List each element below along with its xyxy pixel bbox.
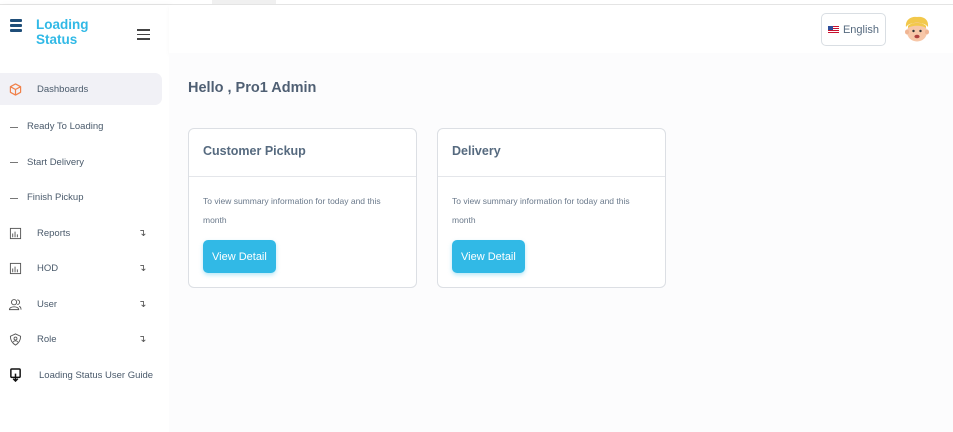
sidebar-item-finish-pickup[interactable]: Finish Pickup (0, 180, 169, 216)
card-description: To view summary information for today an… (203, 196, 381, 225)
expand-arrow-icon: ↴ (138, 298, 147, 310)
cube-icon (8, 82, 22, 96)
card-divider (438, 176, 665, 177)
expand-arrow-icon: ↴ (138, 227, 147, 239)
sidebar-item-label: Ready To Loading (27, 121, 104, 133)
brand-title: Loading Status (36, 17, 89, 47)
page-greeting: Hello , Pro1 Admin (188, 80, 317, 96)
sidebar-item-label: HOD (37, 263, 59, 275)
shield-user-icon (8, 333, 22, 347)
us-flag-icon (827, 26, 839, 33)
tab-stub (212, 0, 276, 4)
view-detail-button[interactable]: View Detail (452, 240, 525, 273)
sidebar-item-label: Finish Pickup (27, 192, 84, 204)
card-title: Customer Pickup (203, 144, 306, 158)
brand: Loading Status (0, 5, 169, 65)
expand-arrow-icon: ↴ (138, 263, 147, 275)
expand-arrow-icon: ↴ (138, 334, 147, 346)
dash-icon (10, 162, 18, 164)
sidebar-item-dashboards[interactable]: Dashboards (0, 73, 162, 105)
report-chart-icon (8, 226, 22, 240)
main-content: Hello , Pro1 Admin Customer Pickup To vi… (169, 53, 953, 432)
sidebar-item-label: Dashboards (37, 83, 89, 95)
brand-logo-icon (10, 19, 22, 33)
dash-icon (10, 197, 18, 199)
sidebar-item-start-delivery[interactable]: Start Delivery (0, 145, 169, 181)
card-title: Delivery (452, 144, 501, 158)
sidebar-item-user-guide[interactable]: Loading Status User Guide (0, 358, 169, 394)
view-detail-button[interactable]: View Detail (203, 240, 276, 273)
sidebar-item-label: Start Delivery (27, 156, 85, 168)
sidebar-item-reports[interactable]: Reports ↴ (0, 216, 169, 252)
top-header: English (169, 5, 953, 53)
sidebar-item-role[interactable]: Role ↴ (0, 322, 169, 358)
sidebar-item-label: Role (37, 334, 57, 346)
users-icon (8, 297, 22, 311)
customer-pickup-card: Customer Pickup To view summary informat… (188, 128, 417, 288)
hamburger-menu-icon[interactable] (137, 29, 150, 40)
download-guide-icon (8, 368, 22, 383)
sidebar-item-label: Reports (37, 227, 71, 239)
sidebar-item-hod[interactable]: HOD ↴ (0, 251, 169, 287)
sidebar: Loading Status Dashboards Ready To Loadi… (0, 5, 169, 432)
sidebar-item-ready-to-loading[interactable]: Ready To Loading (0, 109, 169, 145)
avatar[interactable] (902, 15, 932, 45)
sidebar-item-user[interactable]: User ↴ (0, 287, 169, 323)
card-description: To view summary information for today an… (452, 196, 630, 225)
card-divider (189, 176, 416, 177)
sidebar-item-label: Loading Status User Guide (39, 369, 154, 381)
delivery-card: Delivery To view summary information for… (437, 128, 666, 288)
language-selector[interactable]: English (821, 13, 886, 46)
dash-icon (10, 126, 18, 128)
language-label: English (842, 23, 880, 36)
report-chart-icon (8, 262, 22, 276)
sidebar-item-label: User (37, 298, 58, 310)
sidebar-nav: Dashboards Ready To Loading Start Delive… (0, 73, 169, 393)
